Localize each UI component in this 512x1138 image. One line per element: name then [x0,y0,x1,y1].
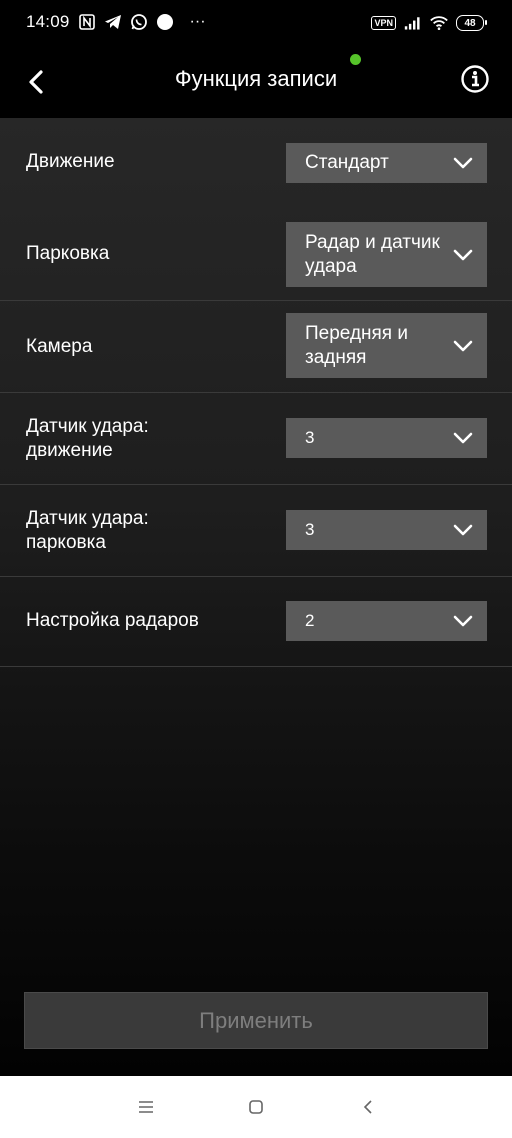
status-bar: 14:09 ··· VPN 48 [0,0,512,48]
nav-back-button[interactable] [355,1094,381,1120]
select-value: Передняя и задняя [305,322,408,368]
shock-movement-select[interactable]: 3 [286,418,487,458]
select-value: 3 [305,520,315,539]
system-nav-bar [0,1076,512,1138]
movement-select[interactable]: Стандарт [286,143,487,183]
notification-dot-icon [156,13,174,31]
info-button[interactable] [460,64,490,94]
setting-label: Движение [26,151,115,172]
status-time: 14:09 [26,12,70,31]
chevron-down-icon [453,524,473,536]
setting-row-shock-parking: Датчик удара: парковка 3 [0,485,512,577]
setting-label: Парковка [26,243,110,264]
setting-label: Настройка радаров [26,610,199,631]
chevron-down-icon [453,249,473,260]
vpn-icon: VPN [371,16,396,30]
setting-label: Датчик удара: движение [26,416,149,461]
whatsapp-icon [130,13,148,31]
menu-icon [139,1101,153,1113]
telegram-icon [104,13,122,31]
app-header: Функция записи [0,48,512,119]
nav-home-button[interactable] [243,1094,269,1120]
setting-row-camera: Камера Передняя и задняя [0,301,512,393]
select-value: 2 [305,611,315,630]
wifi-icon [430,14,448,32]
select-value: Радар и датчик удара [305,231,440,277]
setting-label: Датчик удара: парковка [26,508,149,553]
signal-icon [404,14,422,32]
settings-panel: Движение Стандарт Парковка Радар и датчи… [0,118,512,1076]
chevron-down-icon [453,615,473,627]
more-notifications-icon: ··· [189,13,206,30]
select-value: 3 [305,428,315,447]
chevron-down-icon [453,340,473,351]
home-icon [249,1100,263,1114]
shock-parking-select[interactable]: 3 [286,510,487,550]
nav-menu-button[interactable] [133,1094,159,1120]
setting-row-radar: Настройка радаров 2 [0,577,512,667]
setting-row-parking: Парковка Радар и датчик удара [0,208,512,301]
back-triangle-icon [363,1100,372,1114]
page-title: Функция записи [174,66,338,91]
chevron-down-icon [453,157,473,169]
chevron-down-icon [453,432,473,444]
select-value: Стандарт [305,152,389,173]
battery-icon: 48 [456,15,487,31]
radar-select[interactable]: 2 [286,601,487,641]
setting-label: Камера [26,336,93,357]
info-icon [461,65,489,93]
setting-row-shock-movement: Датчик удара: движение 3 [0,393,512,485]
recording-indicator [350,54,361,65]
setting-row-movement: Движение Стандарт [0,118,512,208]
apply-button[interactable]: Применить [24,992,488,1049]
camera-select[interactable]: Передняя и задняя [286,313,487,378]
parking-select[interactable]: Радар и датчик удара [286,222,487,287]
nfc-icon [78,13,96,31]
